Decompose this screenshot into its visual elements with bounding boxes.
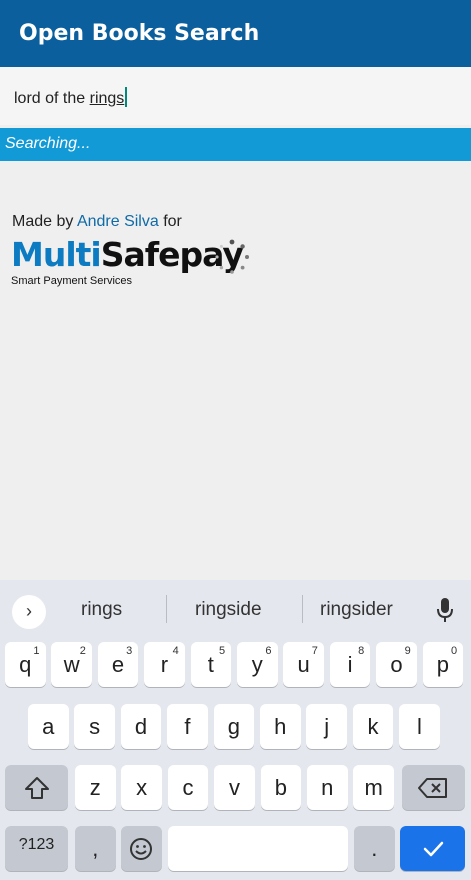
key-w-number-hint: 2 <box>79 645 86 657</box>
period-key-label: . <box>371 836 378 861</box>
page-title: Open Books Search <box>19 21 260 46</box>
comma-key-label: , <box>92 836 99 861</box>
key-p-number-hint: 0 <box>450 645 458 657</box>
key-f[interactable]: f <box>167 704 208 749</box>
key-u[interactable]: u7 <box>283 642 324 687</box>
key-s-label: s <box>89 714 101 739</box>
key-u-number-hint: 7 <box>311 645 318 657</box>
search-field[interactable]: lord of the rings <box>0 67 471 125</box>
suggestion-2[interactable]: ringside <box>195 599 262 621</box>
logo-tagline: Smart Payment Services <box>11 275 133 287</box>
search-input-prefix: lord of the <box>14 90 90 107</box>
key-v[interactable]: v <box>214 765 255 810</box>
key-b[interactable]: b <box>260 765 302 810</box>
key-w[interactable]: w2 <box>51 642 92 687</box>
key-d[interactable]: d <box>120 704 162 749</box>
key-t[interactable]: t5 <box>190 642 232 687</box>
suggestion-divider <box>166 595 167 623</box>
period-key[interactable]: . <box>354 826 395 871</box>
key-v-label: v <box>228 775 240 800</box>
key-m[interactable]: m <box>353 765 394 810</box>
search-input[interactable]: lord of the rings <box>14 87 128 108</box>
key-h-label: h <box>274 714 287 739</box>
key-b-label: b <box>274 775 287 800</box>
key-e[interactable]: e3 <box>97 642 139 687</box>
checkmark-icon <box>423 841 444 857</box>
multisafepay-logo: MultiSafepay Smart Payment Services <box>11 235 244 288</box>
key-s[interactable]: s <box>74 704 115 749</box>
credit-suffix: for <box>158 213 182 230</box>
key-n-label: n <box>321 775 334 800</box>
key-d-label: d <box>134 714 148 739</box>
key-l[interactable]: l <box>399 704 440 749</box>
key-r[interactable]: r4 <box>144 642 185 687</box>
key-c-label: c <box>182 775 194 800</box>
chevron-right-icon[interactable]: › <box>12 595 46 629</box>
author-link[interactable]: Andre Silva <box>77 213 159 230</box>
key-k-label: k <box>367 714 379 739</box>
suggestion-1[interactable]: rings <box>81 599 122 621</box>
key-y-number-hint: 6 <box>265 645 272 657</box>
key-j-label: j <box>324 714 330 739</box>
backspace-key[interactable] <box>402 765 465 810</box>
symbols-key[interactable]: ?123 <box>5 826 68 871</box>
key-n[interactable]: n <box>307 765 348 810</box>
key-y[interactable]: y6 <box>237 642 278 687</box>
key-g[interactable]: g <box>213 704 255 749</box>
suggestion-divider <box>302 595 303 623</box>
key-o-number-hint: 9 <box>404 645 411 657</box>
shift-icon <box>25 777 49 799</box>
status-bar: Searching... <box>0 128 471 161</box>
suggestion-strip: › rings ringside ringsider <box>0 580 471 636</box>
text-cursor <box>125 87 128 107</box>
key-i-number-hint: 8 <box>358 645 365 657</box>
key-t-number-hint: 5 <box>218 645 226 657</box>
key-e-number-hint: 3 <box>126 645 133 657</box>
key-k[interactable]: k <box>352 704 394 749</box>
key-h[interactable]: h <box>260 704 301 749</box>
key-m-label: m <box>364 775 383 800</box>
key-i[interactable]: i8 <box>329 642 371 687</box>
app-bar: Open Books Search <box>0 0 471 67</box>
key-a[interactable]: a <box>28 704 69 749</box>
comma-key[interactable]: , <box>75 826 116 871</box>
key-r-number-hint: 4 <box>172 645 179 657</box>
keyboard: › rings ringside ringsider q1w2e3r4t5y6u… <box>0 580 471 880</box>
key-f-label: f <box>184 714 191 739</box>
key-z[interactable]: z <box>75 765 116 810</box>
credit-prefix: Made by <box>12 213 77 230</box>
space-key[interactable] <box>168 826 348 871</box>
enter-key[interactable] <box>400 826 465 871</box>
logo-multi: Multi <box>11 235 102 274</box>
key-o[interactable]: o9 <box>376 642 417 687</box>
key-z-label: z <box>89 775 101 800</box>
symbols-key-label: ?123 <box>18 836 55 853</box>
microphone-icon[interactable] <box>435 596 455 624</box>
status-text: Searching... <box>5 135 91 152</box>
key-l-label: l <box>416 714 422 739</box>
key-x[interactable]: x <box>121 765 162 810</box>
key-a-label: a <box>42 714 55 739</box>
key-x-label: x <box>136 775 148 800</box>
key-p[interactable]: p0 <box>422 642 464 687</box>
key-q[interactable]: q1 <box>5 642 46 687</box>
emoji-icon <box>130 838 152 860</box>
shift-key[interactable] <box>5 765 68 810</box>
key-g-label: g <box>227 714 240 739</box>
loading-spinner-icon <box>215 239 249 274</box>
emoji-key[interactable] <box>121 826 162 871</box>
credit-line: Made by Andre Silva for <box>12 213 182 231</box>
key-c[interactable]: c <box>167 765 209 810</box>
search-input-composing-word: rings <box>89 90 125 107</box>
key-q-number-hint: 1 <box>33 645 40 657</box>
suggestion-3[interactable]: ringsider <box>320 599 393 621</box>
backspace-icon <box>418 778 447 798</box>
key-j[interactable]: j <box>306 704 347 749</box>
